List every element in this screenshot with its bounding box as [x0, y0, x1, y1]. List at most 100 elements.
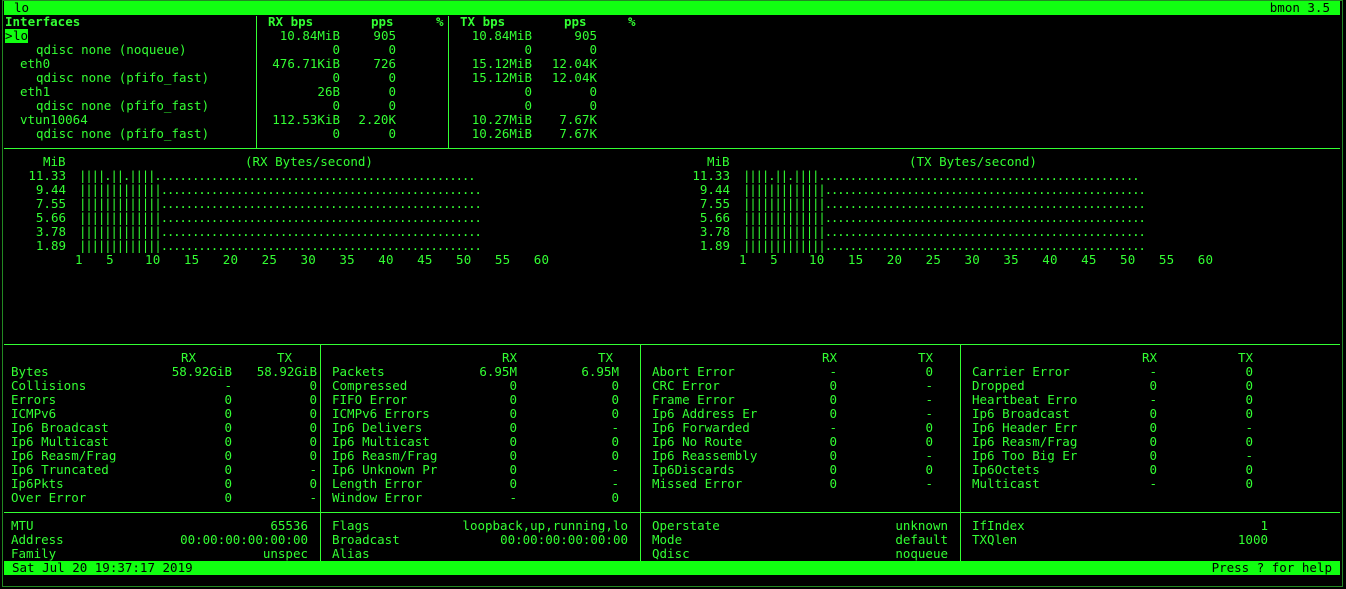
stat-label: Multicast [972, 476, 1040, 491]
interface-name[interactable]: vtun10064 [20, 113, 88, 127]
graph-y-tick-label: 1.89 [699, 238, 730, 253]
rx-pps-value: 2.20K [358, 112, 396, 127]
stat-tx-value: 0 [925, 462, 933, 477]
tx-bps-value: 10.84MiB [471, 28, 532, 43]
rx-bps-value: 0 [332, 70, 340, 85]
info-label: Family [11, 546, 57, 561]
rx-pps-value: 0 [388, 98, 396, 113]
interfaces-divider-right [448, 16, 449, 148]
tx-bps-value: 10.26MiB [471, 126, 532, 141]
interface-name[interactable]: eth1 [20, 85, 50, 99]
stat-rx-value: 0 [1149, 406, 1157, 421]
stat-label: Frame Error [652, 392, 735, 407]
stats-top-rule [4, 344, 1340, 345]
stat-rx-value: 0 [829, 462, 837, 477]
stat-tx-value: 0 [611, 448, 619, 463]
info-label: MTU [11, 518, 34, 533]
rx-bps-value: 112.53KiB [272, 112, 340, 127]
stat-label: ICMPv6 Errors [332, 406, 430, 421]
stat-label: Ip6 Header Err [972, 420, 1078, 435]
stat-rx-value: 0 [224, 392, 232, 407]
stat-label: FIFO Error [332, 392, 408, 407]
rx-bps-header: RX bps [268, 14, 314, 29]
stat-tx-value: - [925, 448, 933, 463]
stat-tx-value: 0 [309, 476, 317, 491]
stat-tx-value: 0 [1245, 434, 1253, 449]
stats-tx-header: TX [276, 350, 292, 365]
stat-rx-value: 0 [829, 392, 837, 407]
stat-rx-value: - [509, 490, 517, 505]
interface-name[interactable]: qdisc none (pfifo_fast) [36, 99, 209, 113]
stat-tx-value: 0 [1245, 378, 1253, 393]
info-label: Qdisc [652, 546, 690, 561]
info-top-rule [4, 512, 1340, 513]
stat-tx-value: - [925, 378, 933, 393]
info-value: loopback,up,running,lo [462, 518, 628, 533]
graph-bar-row: |||||||||||||...........................… [743, 182, 1146, 197]
graph-bar-row: ||||.||.||||............................… [79, 168, 476, 183]
stat-tx-value: - [611, 476, 619, 491]
stat-rx-value: 0 [509, 448, 517, 463]
interface-name[interactable]: qdisc none (pfifo_fast) [36, 71, 209, 85]
interface-name[interactable]: lo [13, 29, 29, 43]
graph-y-tick-label: 9.44 [35, 182, 66, 197]
stats-tx-header: TX [917, 350, 933, 365]
stats-tx-header: TX [597, 350, 613, 365]
selected-row-marker: > [5, 28, 13, 43]
interfaces-bottom-rule [4, 148, 1340, 149]
stat-rx-value: 0 [509, 476, 517, 491]
stat-label: Abort Error [652, 364, 735, 379]
graph-bar-row: |||||||||||||...........................… [743, 238, 1146, 253]
stat-tx-value: 0 [611, 490, 619, 505]
stat-rx-value: 0 [509, 420, 517, 435]
rx-bps-value: 0 [332, 98, 340, 113]
graph-y-tick-label: 11.33 [692, 168, 730, 183]
interfaces-divider-left [256, 16, 257, 148]
stat-rx-value: 0 [829, 434, 837, 449]
stat-rx-value: 0 [829, 406, 837, 421]
graph-bar-row: |||||||||||||...........................… [743, 196, 1146, 211]
stat-tx-value: 0 [611, 392, 619, 407]
rx-pps-value: 0 [388, 84, 396, 99]
rx-bps-value: 0 [332, 126, 340, 141]
stats-rx-header: RX [821, 350, 837, 365]
stat-tx-value: - [925, 406, 933, 421]
graph-y-tick-label: 5.66 [35, 210, 66, 225]
stat-label: Ip6Pkts [11, 476, 64, 491]
interface-name[interactable]: qdisc none (noqueue) [36, 43, 187, 57]
rx-bps-value: 26B [317, 84, 340, 99]
stats-divider-1 [320, 345, 321, 563]
graph-bar-row: |||||||||||||...........................… [743, 224, 1146, 239]
stat-tx-value: 0 [309, 406, 317, 421]
stat-label: Packets [332, 364, 385, 379]
stat-label: Ip6 No Route [652, 434, 743, 449]
stat-label: Ip6Octets [972, 462, 1040, 477]
stat-label: Dropped [972, 378, 1025, 393]
stat-rx-value: 0 [224, 490, 232, 505]
stat-tx-value: 0 [309, 392, 317, 407]
stat-rx-value: - [1149, 476, 1157, 491]
info-value: unknown [895, 518, 948, 533]
info-value: 1 [1260, 518, 1268, 533]
interface-name[interactable]: qdisc none (pfifo_fast) [36, 127, 209, 141]
stat-tx-value: 0 [309, 434, 317, 449]
interface-name[interactable]: eth0 [20, 57, 50, 71]
stat-tx-value: 0 [1245, 392, 1253, 407]
info-label: Address [11, 532, 64, 547]
stat-rx-value: 0 [509, 392, 517, 407]
tx-pps-value: 7.67K [559, 126, 597, 141]
graph-title: (TX Bytes/second) [909, 154, 1037, 169]
graph-y-tick-label: 9.44 [699, 182, 730, 197]
stat-rx-value: 0 [829, 378, 837, 393]
tx-pps-value: 0 [589, 84, 597, 99]
stat-label: Ip6 Too Big Er [972, 448, 1078, 463]
tx-pps-value: 12.04K [551, 70, 597, 85]
stat-rx-value: 0 [224, 462, 232, 477]
graph-x-axis-labels: 1 5 10 15 20 25 30 35 40 45 50 55 60 [75, 252, 550, 267]
graph-y-tick-label: 7.55 [699, 196, 730, 211]
stat-label: Length Error [332, 476, 423, 491]
stat-tx-value: 0 [925, 420, 933, 435]
stat-label: Heartbeat Erro [972, 392, 1078, 407]
title-app-version: bmon 3.5 [1269, 0, 1330, 15]
stat-rx-value: - [829, 420, 837, 435]
